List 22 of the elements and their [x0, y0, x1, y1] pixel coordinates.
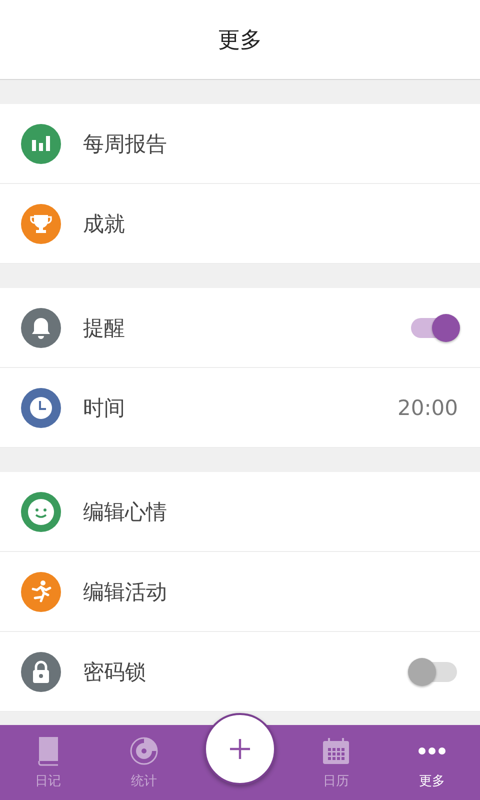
- calendar-icon: [320, 735, 352, 767]
- nav-tab[interactable]: 更多: [384, 725, 480, 800]
- row-label: 成就: [83, 210, 126, 238]
- row-label: 编辑活动: [83, 578, 168, 606]
- add-button[interactable]: [204, 713, 276, 785]
- settings-row[interactable]: 每周报告: [0, 104, 480, 184]
- row-label: 提醒: [83, 314, 126, 342]
- row-label: 编辑心情: [83, 498, 168, 526]
- row-label: 密码锁: [83, 658, 147, 686]
- page-title: 更多: [218, 26, 262, 54]
- settings-row[interactable]: 时间 20:00: [0, 368, 480, 448]
- more-icon: [416, 746, 448, 756]
- settings-row[interactable]: 编辑心情: [0, 472, 480, 552]
- row-label: 每周报告: [83, 130, 168, 158]
- time-value: 20:00: [397, 396, 458, 420]
- settings-row[interactable]: 提醒: [0, 288, 480, 368]
- disc-chart-icon: [128, 735, 160, 767]
- plus-icon: [228, 737, 252, 761]
- settings-row[interactable]: 编辑活动: [0, 552, 480, 632]
- row-label: 时间: [83, 394, 126, 422]
- settings-row[interactable]: 密码锁: [0, 632, 480, 712]
- settings-row[interactable]: 成就: [0, 184, 480, 264]
